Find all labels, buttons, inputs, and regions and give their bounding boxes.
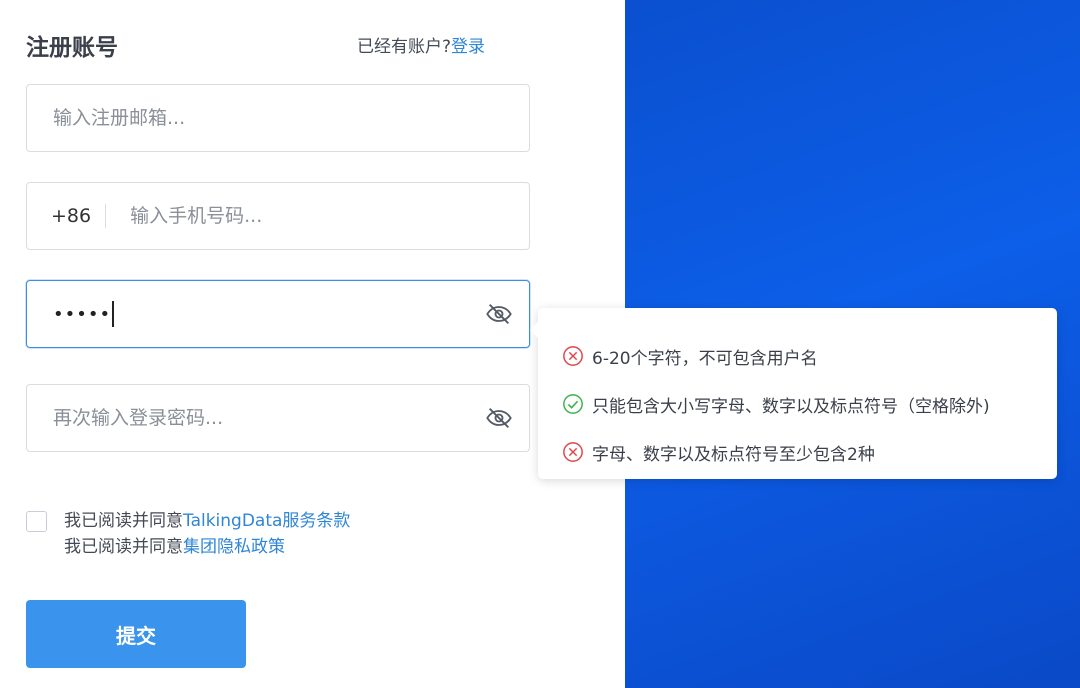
password-rule: 6-20个字符，不可包含用户名: [538, 332, 1057, 380]
login-hint: 已经有账户?登录: [357, 32, 485, 57]
country-code[interactable]: +86: [27, 204, 107, 228]
password-input[interactable]: •••••: [27, 301, 485, 327]
agree-checkbox[interactable]: [26, 511, 47, 532]
confirm-password-input[interactable]: [27, 385, 485, 451]
login-link[interactable]: 登录: [451, 37, 485, 57]
error-circle-icon: [563, 346, 583, 366]
eye-off-icon[interactable]: [485, 404, 513, 432]
error-circle-icon: [563, 442, 583, 462]
phone-field[interactable]: +86: [26, 182, 530, 250]
phone-input[interactable]: [106, 183, 529, 249]
page-title: 注册账号: [26, 35, 118, 61]
rule-text: 只能包含大小写字母、数字以及标点符号（空格除外): [592, 396, 990, 417]
eye-off-icon[interactable]: [485, 300, 513, 328]
password-field[interactable]: •••••: [26, 280, 530, 348]
rule-text: 6-20个字符，不可包含用户名: [592, 348, 818, 369]
email-field[interactable]: [26, 84, 530, 152]
password-value: •••••: [53, 303, 112, 325]
password-rule: 字母、数字以及标点符号至少包含2种: [538, 428, 1057, 476]
agreement-line: 我已阅读并同意TalkingData服务条款: [64, 508, 350, 534]
password-rule: 只能包含大小写字母、数字以及标点符号（空格除外): [538, 380, 1057, 428]
password-rules-tooltip: 6-20个字符，不可包含用户名 只能包含大小写字母、数字以及标点符号（空格除外)…: [530, 308, 1057, 479]
rule-text: 字母、数字以及标点符号至少包含2种: [592, 444, 875, 465]
privacy-link[interactable]: 集团隐私政策: [183, 537, 285, 557]
agreement-section: 我已阅读并同意TalkingData服务条款 我已阅读并同意集团隐私政策: [26, 508, 350, 560]
agreement-line: 我已阅读并同意集团隐私政策: [64, 534, 350, 560]
check-circle-icon: [563, 394, 583, 414]
submit-button[interactable]: 提交: [26, 600, 246, 668]
agreement-text: 我已阅读并同意: [64, 537, 183, 557]
register-form: 注册账号 已经有账户?登录 +86 ••••• 我已阅读并同意Talk: [0, 0, 625, 688]
agreement-text: 我已阅读并同意: [64, 511, 183, 531]
confirm-password-field[interactable]: [26, 384, 530, 452]
email-input[interactable]: [27, 85, 529, 151]
login-prompt: 已经有账户?: [357, 37, 452, 57]
terms-link[interactable]: TalkingData服务条款: [183, 511, 350, 531]
text-caret: [112, 301, 115, 327]
